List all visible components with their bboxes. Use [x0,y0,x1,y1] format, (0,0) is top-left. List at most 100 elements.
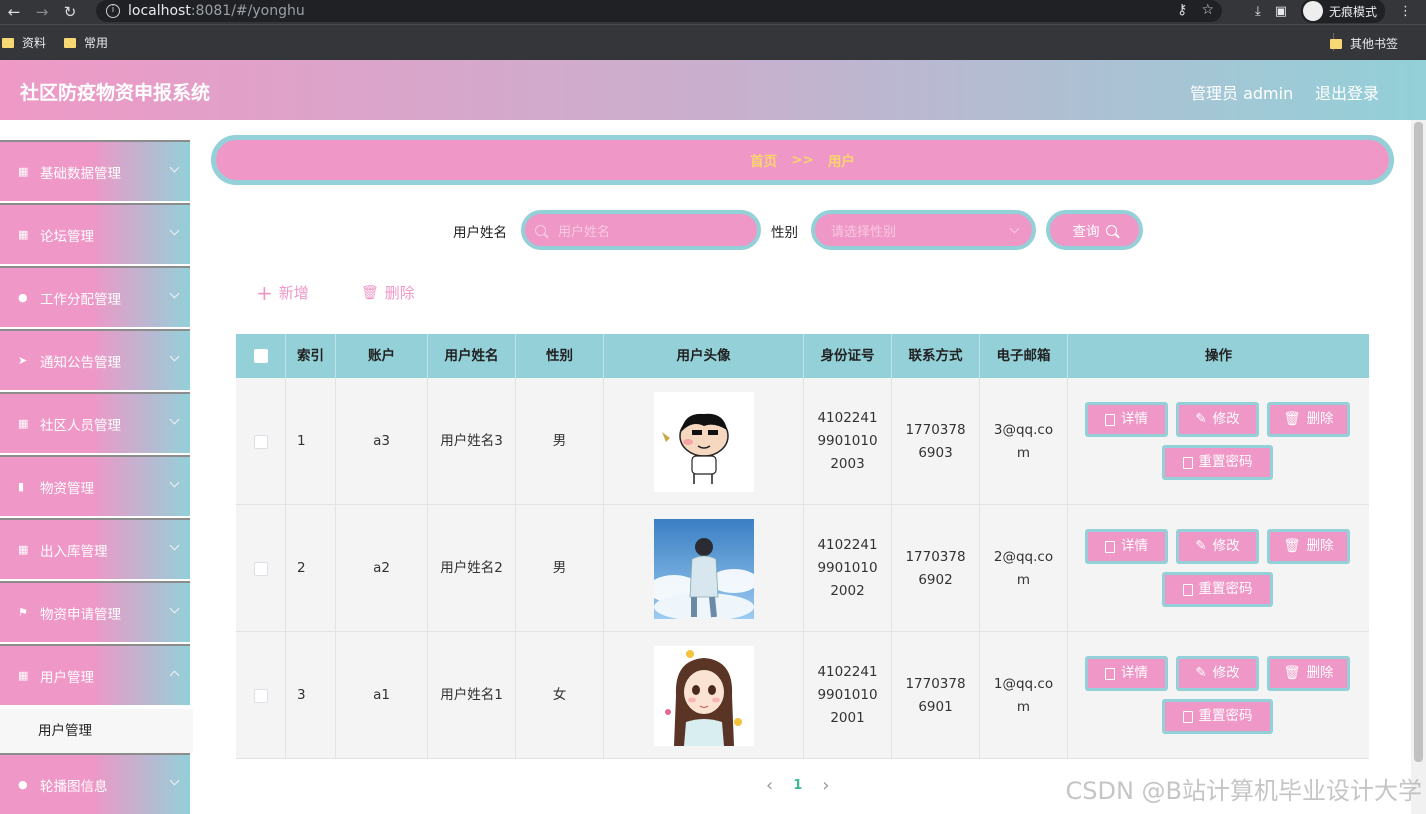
main-content: 首页 >> 用户 用户姓名 用户姓名 性别 请选择性别 查询 + 新增 🗑 删除… [196,120,1426,814]
cell-id-card: 410224199010102003 [804,378,892,505]
table-row: 1 a3 用户姓名3 男 410224199010102003 17703786… [236,378,1369,505]
address-bar[interactable]: i localhost:8081/#/yonghu ⚷ ☆ [96,0,1222,22]
bookmark-folder[interactable]: 常用 [64,34,108,51]
sidebar-item-forum[interactable]: ▦ 论坛管理 [0,203,190,264]
add-button[interactable]: + 新增 [256,282,309,303]
sidebar-item-users[interactable]: ▦ 用户管理 [0,644,190,705]
bookmark-label: 常用 [84,36,109,50]
sidebar-item-basic-data[interactable]: ▦ 基础数据管理 [0,140,190,201]
back-icon[interactable]: ← [0,3,28,21]
sidebar-item-carousel[interactable]: ● 轮播图信息 [0,753,190,814]
delete-label: 删除 [1306,411,1334,427]
sidebar-item-label: 通知公告管理 [40,354,121,371]
grid-icon: ▦ [18,416,29,430]
select-all-checkbox[interactable] [253,349,268,363]
cell-avatar [604,378,804,505]
sidebar-item-notice[interactable]: ➤ 通知公告管理 [0,329,190,390]
breadcrumb-separator: >> [791,152,814,168]
delete-label: 删除 [384,284,415,302]
bar-chart-icon: ▮ [18,479,25,493]
flag-icon: ⚑ [18,605,28,619]
detail-button[interactable]: 详情 [1085,529,1168,564]
trash-icon: 🗑 [361,284,379,301]
gender-select[interactable]: 请选择性别 [811,210,1036,250]
site-info-icon[interactable]: i [106,4,120,18]
prev-page-button[interactable]: ‹ [766,775,773,796]
edit-label: 修改 [1212,411,1240,427]
bookmark-folder[interactable]: 资料 [2,34,46,51]
reload-icon[interactable]: ↻ [56,3,84,21]
watermark: CSDN @B站计算机毕业设计大学 [1065,777,1422,805]
row-checkbox[interactable] [253,434,268,449]
grid-icon: ▦ [18,164,29,178]
delete-button[interactable]: 🗑 删除 [1267,529,1350,564]
cell-index: 2 [286,505,336,632]
cell-actions: 详情 ✎ 修改 🗑 删除 重置密码 [1068,632,1369,759]
app-header: 社区防疫物资申报系统 管理员 admin 退出登录 [0,60,1426,120]
sidebar-item-label: 物资申请管理 [40,606,121,623]
logout-button[interactable]: 退出登录 [1315,80,1379,104]
breadcrumb-home[interactable]: 首页 [750,150,777,170]
folder-icon [64,37,77,48]
key-icon[interactable]: ⚷ [1177,2,1187,18]
edit-button[interactable]: ✎ 修改 [1176,402,1259,437]
star-icon[interactable]: ☆ [1201,2,1214,18]
cell-email: 1@qq.com [980,632,1068,759]
reset-password-button[interactable]: 重置密码 [1162,572,1273,607]
sidebar-item-inout[interactable]: ▦ 出入库管理 [0,518,190,579]
avatar-cartoon-boy [653,391,754,492]
next-page-button[interactable]: › [822,775,829,796]
pencil-icon: ✎ [1195,665,1207,681]
sidebar-item-apply[interactable]: ⚑ 物资申请管理 [0,581,190,642]
delete-button[interactable]: 🗑 删除 [1267,402,1350,437]
phone-value: 17703786903 [905,421,966,461]
sidepanel-icon[interactable]: ▣ [1275,4,1287,19]
delete-button[interactable]: 🗑 删除 [1267,656,1350,691]
forward-icon[interactable]: → [28,3,56,21]
plus-icon: + [256,280,273,305]
row-checkbox[interactable] [253,561,268,576]
cell-index: 3 [286,632,336,759]
chevron-down-icon [169,288,180,299]
phone-value: 17703786902 [905,548,966,588]
detail-button[interactable]: 详情 [1085,656,1168,691]
email-value: 3@qq.com [993,421,1054,461]
download-icon[interactable]: ⤓ [1255,4,1261,19]
incognito-icon [1302,1,1323,21]
cell-avatar [604,632,804,759]
reset-password-button[interactable]: 重置密码 [1162,699,1273,734]
chevron-down-icon [169,477,180,488]
detail-label: 详情 [1121,665,1148,681]
scrollbar-thumb[interactable] [1414,122,1423,762]
row-select-cell [236,632,286,759]
sidebar-item-supplies[interactable]: ▮ 物资管理 [0,455,190,516]
other-bookmarks[interactable]: 其他书签 [1329,35,1398,52]
row-checkbox[interactable] [253,688,268,703]
vertical-scrollbar[interactable] [1411,120,1426,814]
sidebar-item-label: 论坛管理 [40,228,94,245]
name-search-input[interactable]: 用户姓名 [521,210,761,250]
sidebar-item-label: 社区人员管理 [40,417,121,434]
query-button[interactable]: 查询 [1046,210,1143,250]
cell-actions: 详情 ✎ 修改 🗑 删除 重置密码 [1068,378,1369,505]
chevron-down-icon [169,603,180,614]
menu-icon[interactable]: ⋮ [1399,4,1412,19]
reset-password-button[interactable]: 重置密码 [1162,445,1273,480]
sidebar-item-community[interactable]: ▦ 社区人员管理 [0,392,190,453]
trash-icon: 🗑 [1283,411,1301,427]
sidebar: ▦ 基础数据管理 ▦ 论坛管理 ● 工作分配管理 ➤ 通知公告管理 ▦ 社区人员管理 ▮ 物… [0,120,196,814]
detail-button[interactable]: 详情 [1085,402,1168,437]
app-title: 社区防疫物资申报系统 [20,82,211,104]
cell-phone: 17703786901 [892,632,980,759]
sidebar-item-work-assign[interactable]: ● 工作分配管理 [0,266,190,327]
pencil-icon: ✎ [1195,538,1207,554]
edit-button[interactable]: ✎ 修改 [1176,656,1259,691]
folder-icon [2,37,14,48]
user-icon: ● [18,290,28,304]
incognito-badge[interactable]: 无痕模式 [1300,0,1385,23]
page-number[interactable]: 1 [793,778,802,793]
edit-button[interactable]: ✎ 修改 [1176,529,1259,564]
sidebar-subitem-users[interactable]: 用户管理 [0,709,193,753]
batch-delete-button[interactable]: 🗑 删除 [361,282,415,303]
document-icon [1182,583,1193,596]
